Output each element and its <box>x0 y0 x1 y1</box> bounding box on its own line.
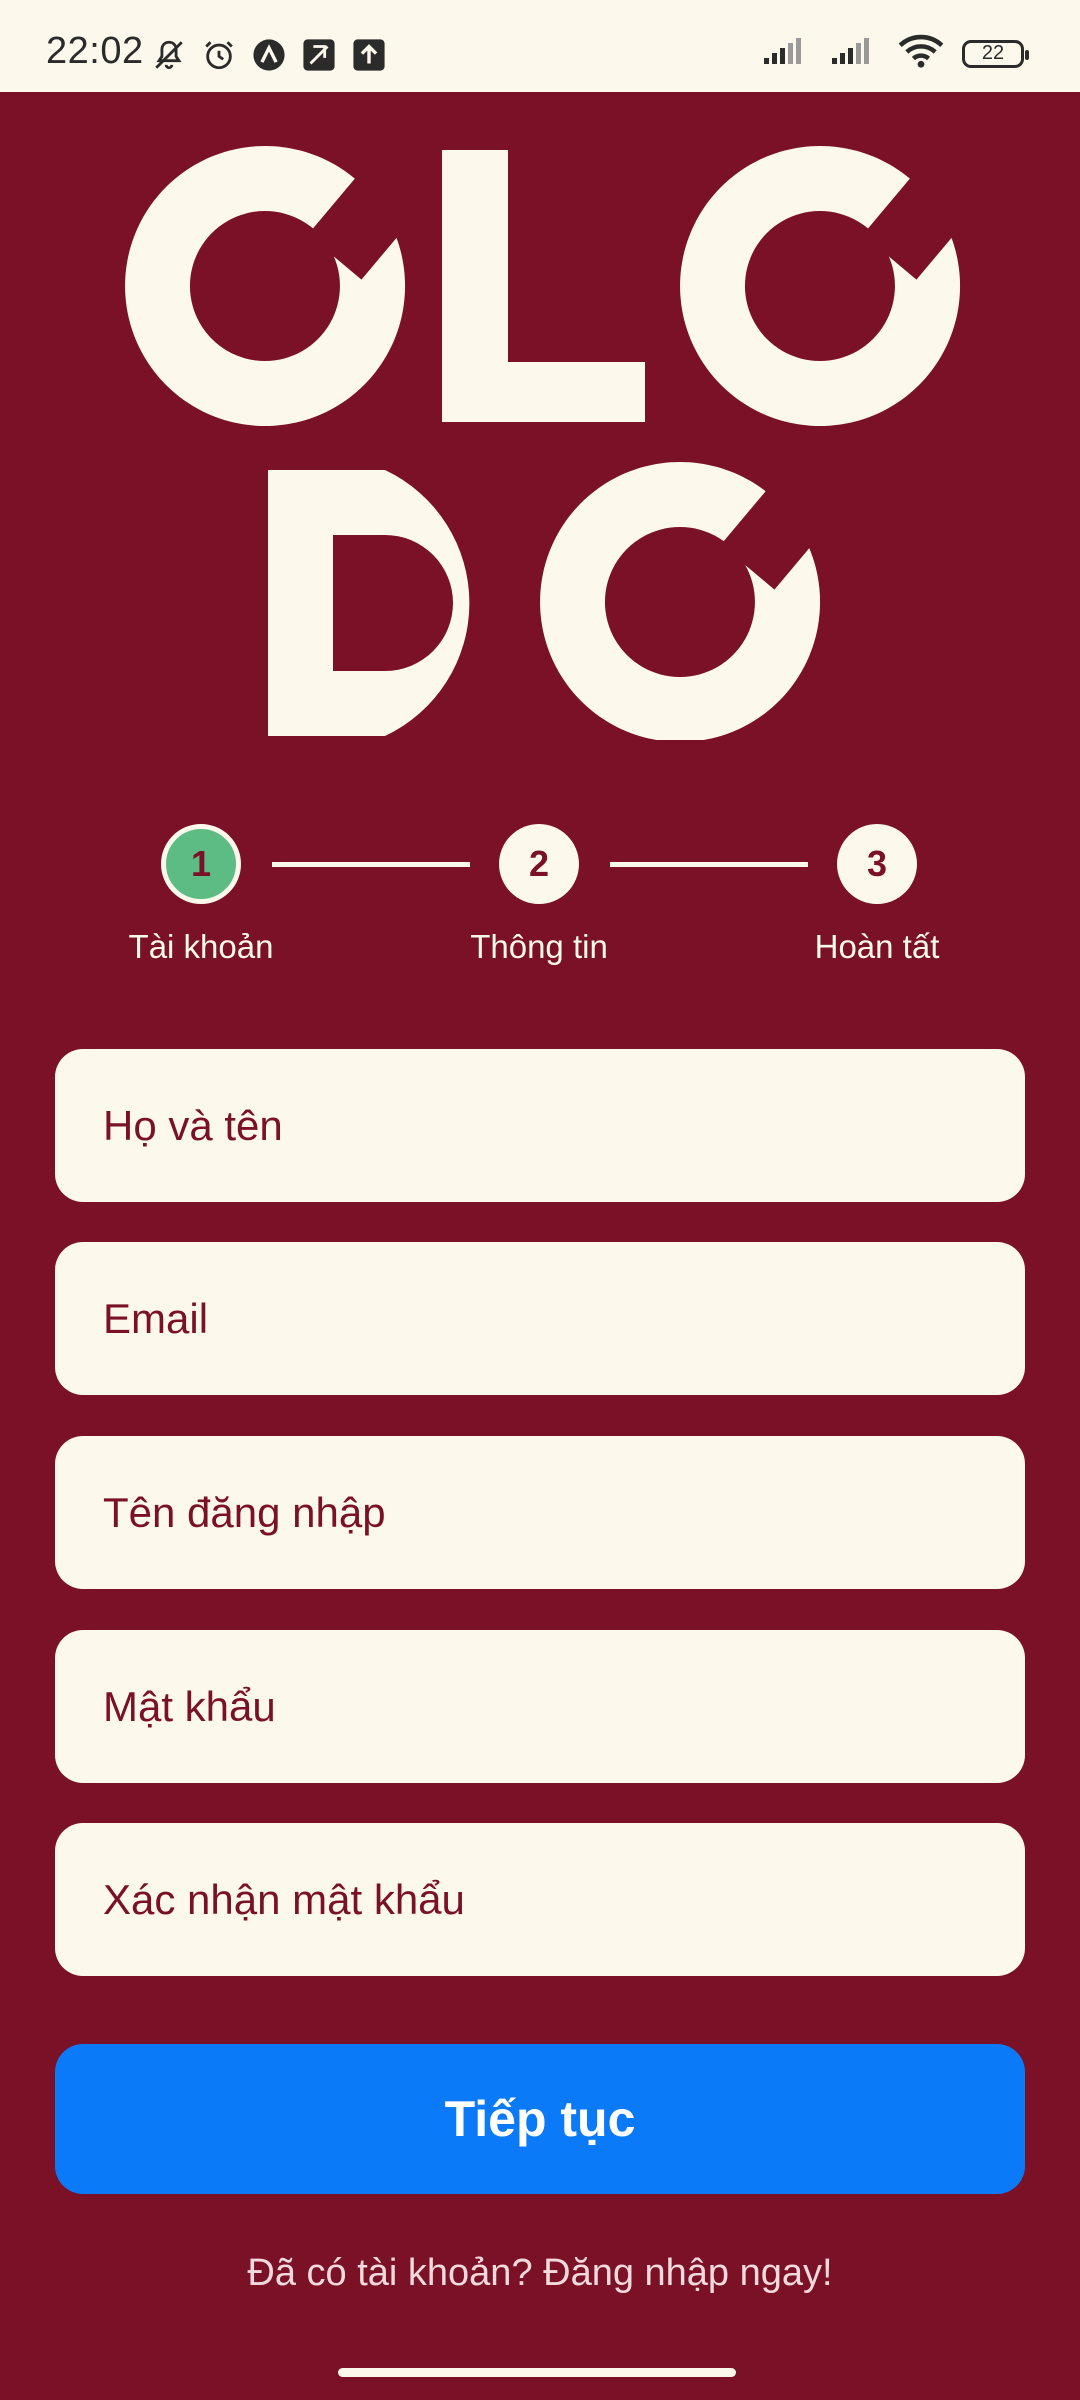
battery-icon: 22 <box>962 39 1029 68</box>
signal-icon-2 <box>830 36 880 71</box>
alarm-icon <box>200 36 238 74</box>
upload-icon <box>350 36 388 74</box>
password-field[interactable] <box>55 1630 1025 1783</box>
confirm-password-input[interactable] <box>101 1874 1025 1925</box>
step-3-label: Hoàn tất <box>814 928 940 965</box>
password-input[interactable] <box>101 1681 1025 1732</box>
app-a-icon <box>250 36 288 74</box>
step-connector-2 <box>610 862 808 867</box>
step-1-label: Tài khoản <box>128 928 274 965</box>
login-link[interactable]: Đã có tài khoản? Đăng nhập ngay! <box>0 2252 1080 2295</box>
username-input[interactable] <box>101 1487 1025 1538</box>
step-2-label: Thông tin <box>470 928 608 965</box>
translate-app-icon <box>300 36 338 74</box>
notification-icons <box>150 36 388 74</box>
step-3-circle: 3 <box>837 824 917 904</box>
full-name-input[interactable] <box>101 1100 1025 1151</box>
home-indicator[interactable] <box>338 2368 736 2377</box>
olodo-logo <box>120 140 988 742</box>
status-time: 22:02 <box>46 30 144 72</box>
signup-stepper: 1 2 3 Tài khoản Thông tin Hoàn tất <box>0 824 1080 974</box>
email-input[interactable] <box>101 1293 1025 1344</box>
confirm-password-field[interactable] <box>55 1823 1025 1976</box>
signal-icon <box>762 36 812 71</box>
email-field[interactable] <box>55 1242 1025 1395</box>
step-connector-1 <box>272 862 470 867</box>
username-field[interactable] <box>55 1436 1025 1589</box>
system-icons: 22 <box>762 34 1029 73</box>
step-2-circle: 2 <box>499 824 579 904</box>
continue-button[interactable]: Tiếp tục <box>55 2044 1025 2194</box>
step-1-circle: 1 <box>161 824 241 904</box>
full-name-field[interactable] <box>55 1049 1025 1202</box>
status-bar: 22:02 22 <box>0 0 1080 92</box>
wifi-icon <box>898 34 944 73</box>
bell-muted-icon <box>150 36 188 74</box>
